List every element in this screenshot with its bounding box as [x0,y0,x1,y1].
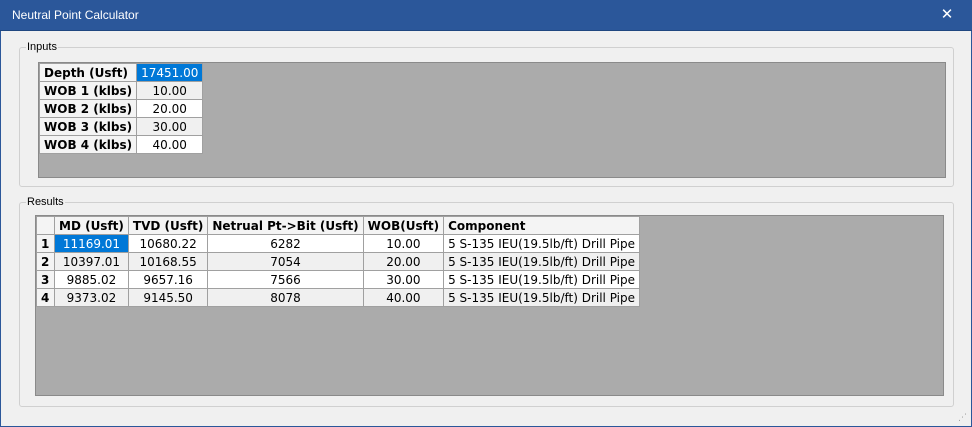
tvd-cell[interactable]: 9145.50 [127,288,209,307]
component-cell[interactable]: 5 S-135 IEU(19.5lb/ft) Drill Pipe [443,270,641,289]
table-row: 1 11169.01 10680.22 6282 10.00 5 S-135 I… [36,234,641,253]
close-icon[interactable]: ✕ [932,4,962,24]
md-cell[interactable]: 11169.01 [54,234,129,253]
wob-cell[interactable]: 30.00 [362,270,445,289]
inputs-table: Depth (Usft) 17451.00 WOB 1 (klbs) 10.00… [38,63,204,154]
wob-cell[interactable]: 10.00 [362,234,445,253]
input-label: WOB 4 (klbs) [38,135,138,154]
table-row: 3 9885.02 9657.16 7566 30.00 5 S-135 IEU… [36,270,641,289]
input-label: WOB 3 (klbs) [38,117,138,136]
input-row-wob3: WOB 3 (klbs) 30.00 [38,117,204,136]
column-header-component[interactable]: Component [443,216,641,235]
resize-grip-icon[interactable]: ⋰ [958,413,968,423]
input-value-cell[interactable]: 10.00 [136,81,204,100]
input-value-cell[interactable]: 20.00 [136,99,204,118]
inputs-legend: Inputs [27,41,57,53]
neutral-point-cell[interactable]: 8078 [207,288,364,307]
column-header-md[interactable]: MD (Usft) [54,216,129,235]
row-header[interactable]: 3 [36,270,55,289]
component-cell[interactable]: 5 S-135 IEU(19.5lb/ft) Drill Pipe [443,288,641,307]
input-value-cell[interactable]: 30.00 [136,117,204,136]
input-label: Depth (Usft) [38,63,138,82]
row-header[interactable]: 1 [36,234,55,253]
component-cell[interactable]: 5 S-135 IEU(19.5lb/ft) Drill Pipe [443,252,641,271]
dialog-body: Inputs Depth (Usft) 17451.00 WOB 1 (klbs… [0,31,972,427]
results-table: MD (Usft) TVD (Usft) Netrual Pt->Bit (Us… [36,216,641,307]
row-header[interactable]: 2 [36,252,55,271]
input-label: WOB 2 (klbs) [38,99,138,118]
md-cell[interactable]: 9373.02 [54,288,129,307]
neutral-point-cell[interactable]: 6282 [207,234,364,253]
column-header-tvd[interactable]: TVD (Usft) [127,216,209,235]
results-header-row: MD (Usft) TVD (Usft) Netrual Pt->Bit (Us… [36,216,641,235]
wob-cell[interactable]: 40.00 [362,288,445,307]
tvd-cell[interactable]: 10680.22 [127,234,209,253]
table-row: 2 10397.01 10168.55 7054 20.00 5 S-135 I… [36,252,641,271]
column-header-wob[interactable]: WOB(Usft) [362,216,445,235]
input-label: WOB 1 (klbs) [38,81,138,100]
column-header-neutral-point[interactable]: Netrual Pt->Bit (Usft) [207,216,364,235]
corner-header [36,216,55,235]
tvd-cell[interactable]: 9657.16 [127,270,209,289]
md-cell[interactable]: 9885.02 [54,270,129,289]
row-header[interactable]: 4 [36,288,55,307]
wob-cell[interactable]: 20.00 [362,252,445,271]
results-legend: Results [27,196,64,208]
input-row-depth: Depth (Usft) 17451.00 [38,63,204,82]
tvd-cell[interactable]: 10168.55 [127,252,209,271]
inputs-grid[interactable]: Depth (Usft) 17451.00 WOB 1 (klbs) 10.00… [38,62,946,178]
input-row-wob4: WOB 4 (klbs) 40.00 [38,135,204,154]
results-grid[interactable]: MD (Usft) TVD (Usft) Netrual Pt->Bit (Us… [35,215,944,396]
neutral-point-cell[interactable]: 7566 [207,270,364,289]
input-row-wob1: WOB 1 (klbs) 10.00 [38,81,204,100]
window-title: Neutral Point Calculator [12,8,139,22]
component-cell[interactable]: 5 S-135 IEU(19.5lb/ft) Drill Pipe [443,234,641,253]
input-row-wob2: WOB 2 (klbs) 20.00 [38,99,204,118]
title-bar[interactable]: Neutral Point Calculator ✕ [0,0,972,31]
neutral-point-cell[interactable]: 7054 [207,252,364,271]
md-cell[interactable]: 10397.01 [54,252,129,271]
table-row: 4 9373.02 9145.50 8078 40.00 5 S-135 IEU… [36,288,641,307]
input-value-cell[interactable]: 17451.00 [136,63,204,82]
input-value-cell[interactable]: 40.00 [136,135,204,154]
